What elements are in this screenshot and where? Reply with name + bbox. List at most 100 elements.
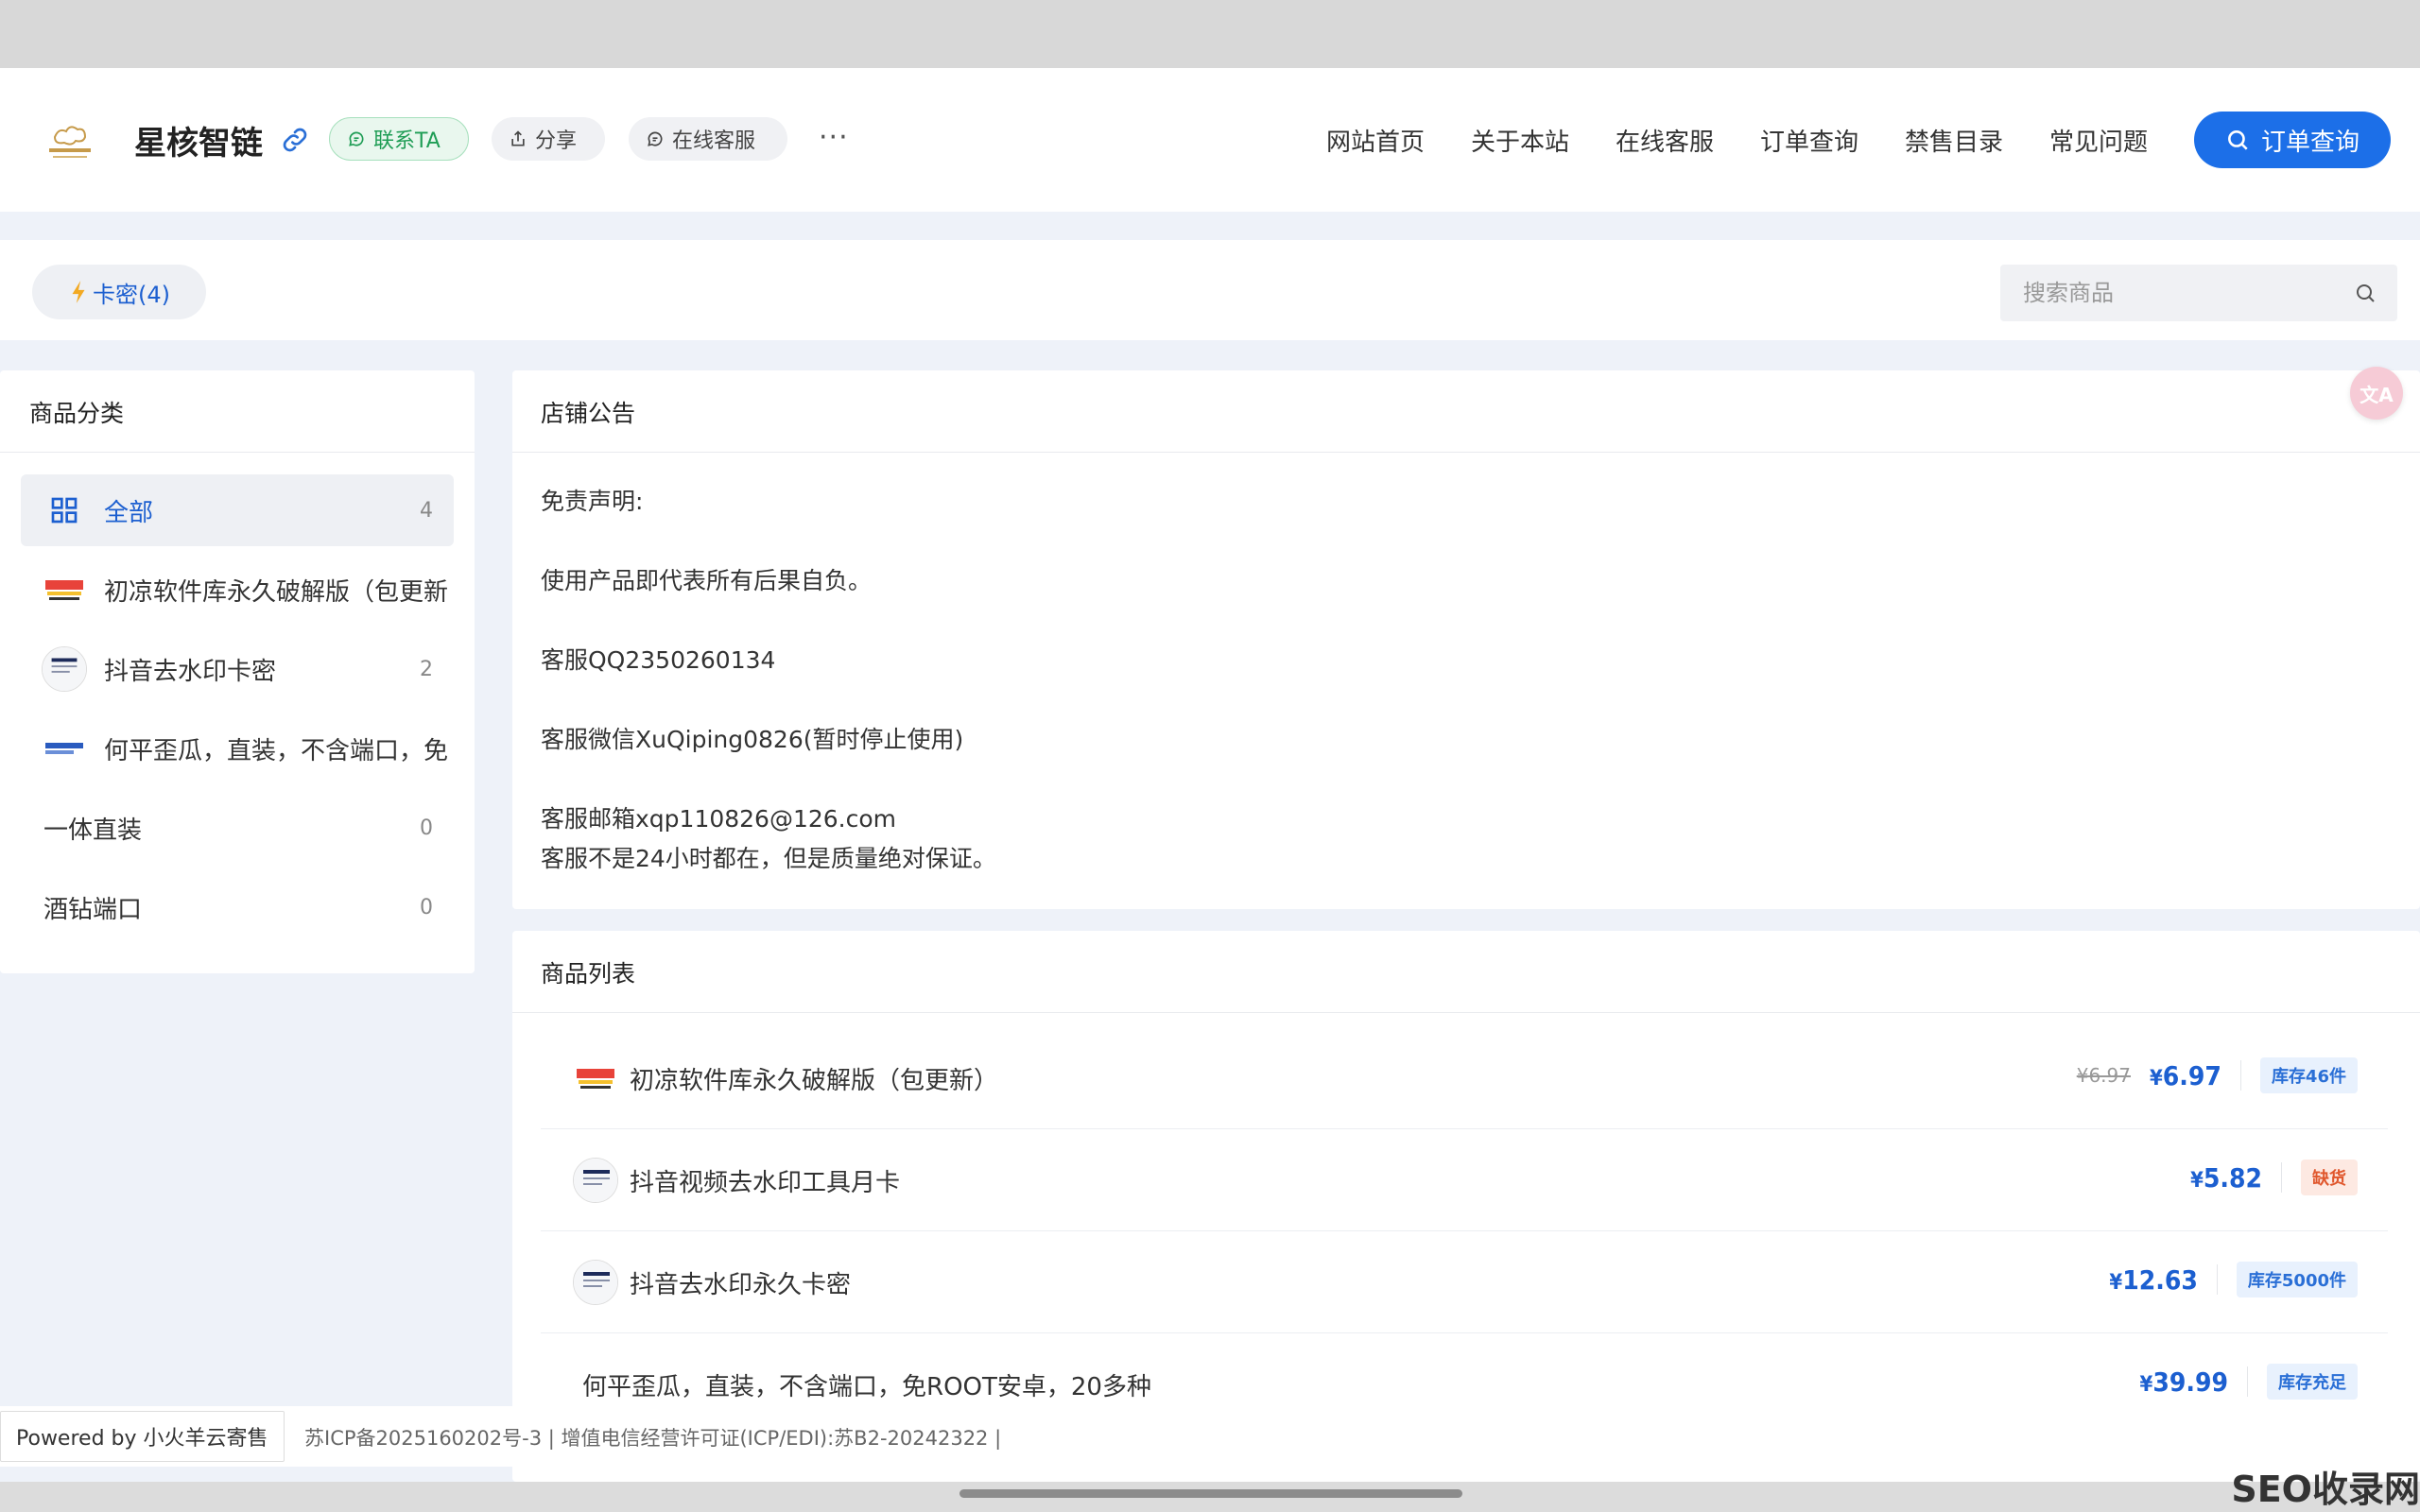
product-row[interactable]: 抖音视频去水印工具月卡 ¥5.82 缺货 bbox=[541, 1129, 2388, 1231]
share-button[interactable]: 分享 bbox=[492, 117, 605, 161]
sidebar-item-jiuzuan[interactable]: 酒钻端口 0 bbox=[21, 871, 454, 943]
nav-online-service[interactable]: 在线客服 bbox=[1616, 123, 1714, 158]
product-list: 商品列表 初凉软件库永久破解版（包更新） ¥6.97 ¥6.97 库存46件 抖… bbox=[512, 931, 2420, 1482]
product-name: 初凉软件库永久破解版（包更新） bbox=[630, 1067, 999, 1095]
product-row[interactable]: 初凉软件库永久破解版（包更新） ¥6.97 ¥6.97 库存46件 bbox=[541, 1027, 2388, 1129]
nav-home[interactable]: 网站首页 bbox=[1326, 123, 1425, 158]
product-name: 何平歪瓜，直装，不含端口，免ROOT安卓，20多种 bbox=[582, 1373, 1151, 1401]
divider bbox=[512, 452, 2420, 453]
grid-icon bbox=[42, 488, 87, 533]
divider bbox=[2281, 1162, 2282, 1193]
icp-record[interactable]: 苏ICP备2025160202号-3 | 增值电信经营许可证(ICP/EDI):… bbox=[304, 1423, 1001, 1452]
current-price: ¥39.99 bbox=[2140, 1366, 2228, 1398]
product-price-area: ¥6.97 ¥6.97 库存46件 bbox=[2077, 1057, 2358, 1093]
announcement-body: 免责声明: 使用产品即代表所有后果自负。 客服QQ2350260134 客服微信… bbox=[541, 482, 996, 879]
category-tag-kami[interactable]: 卡密(4) bbox=[32, 265, 206, 319]
divider bbox=[0, 452, 475, 453]
current-price: ¥5.82 bbox=[2190, 1162, 2262, 1194]
software-library-thumbnail bbox=[42, 567, 87, 612]
product-thumbnail bbox=[573, 1056, 618, 1101]
lightning-icon bbox=[72, 281, 85, 303]
link-icon[interactable] bbox=[280, 125, 310, 155]
translate-icon: 文A bbox=[2360, 383, 2394, 406]
shop-logo[interactable] bbox=[36, 105, 104, 173]
more-button[interactable]: ··· bbox=[819, 121, 849, 154]
product-price-area: ¥5.82 缺货 bbox=[2190, 1160, 2358, 1195]
product-price-area: ¥12.63 库存5000件 bbox=[2109, 1262, 2358, 1297]
status-bar-area bbox=[0, 0, 2420, 68]
chat-icon bbox=[349, 131, 364, 146]
heping-thumbnail bbox=[42, 726, 87, 771]
sidebar-item-count: 0 bbox=[420, 816, 433, 840]
shop-name: 星核智链 bbox=[134, 125, 263, 163]
stock-badge: 缺货 bbox=[2301, 1160, 2358, 1195]
nav-faq[interactable]: 常见问题 bbox=[2049, 123, 2148, 158]
nav-order-query[interactable]: 订单查询 bbox=[1760, 123, 1858, 158]
chat-icon bbox=[648, 131, 663, 146]
currency-symbol: ¥ bbox=[2150, 1066, 2163, 1091]
home-indicator[interactable] bbox=[959, 1489, 1462, 1498]
product-row[interactable]: 抖音去水印永久卡密 ¥12.63 库存5000件 bbox=[541, 1231, 2388, 1333]
search-input[interactable] bbox=[2000, 265, 2350, 321]
divider bbox=[512, 1012, 2420, 1013]
price-value: 5.82 bbox=[2203, 1161, 2262, 1194]
online-service-button[interactable]: 在线客服 bbox=[629, 117, 787, 161]
sidebar-item-douyin[interactable]: 抖音去水印卡密 2 bbox=[21, 633, 454, 705]
shop-announcement: 店铺公告 免责声明: 使用产品即代表所有后果自负。 客服QQ2350260134… bbox=[512, 370, 2420, 909]
divider bbox=[2247, 1366, 2248, 1397]
product-thumbnail bbox=[573, 1260, 618, 1305]
sidebar-item-label: 何平歪瓜，直装，不含端口，免 bbox=[104, 736, 449, 765]
page-footer: Powered by 小火羊云寄售 苏ICP备2025160202号-3 | 增… bbox=[0, 1406, 2420, 1467]
search-icon bbox=[2228, 130, 2248, 150]
sidebar-item-all[interactable]: 全部 4 bbox=[21, 474, 454, 546]
product-name: 抖音视频去水印工具月卡 bbox=[630, 1169, 901, 1197]
original-price: ¥6.97 bbox=[2076, 1064, 2131, 1087]
currency-symbol: ¥ bbox=[2139, 1372, 2153, 1397]
share-label: 分享 bbox=[535, 129, 578, 153]
product-price-area: ¥39.99 库存充足 bbox=[2140, 1364, 2358, 1400]
sidebar-item-label: 一体直装 bbox=[43, 816, 143, 845]
order-query-button[interactable]: 订单查询 bbox=[2194, 112, 2391, 168]
price-value: 6.97 bbox=[2162, 1059, 2221, 1091]
announcement-line: 客服邮箱xqp110826@126.com bbox=[541, 805, 897, 833]
currency-symbol: ¥ bbox=[2109, 1270, 2123, 1295]
sidebar-item-label: 全部 bbox=[104, 498, 154, 527]
sidebar-item-chuliang[interactable]: 初凉软件库永久破解版（包更新 bbox=[21, 554, 454, 626]
sidebar-item-label: 酒钻端口 bbox=[43, 895, 143, 924]
nav-about[interactable]: 关于本站 bbox=[1471, 123, 1569, 158]
sidebar-item-count: 4 bbox=[420, 498, 433, 523]
current-price: ¥12.63 bbox=[2109, 1264, 2197, 1296]
product-thumbnail bbox=[573, 1158, 618, 1203]
stock-badge: 库存46件 bbox=[2259, 1057, 2358, 1093]
order-query-label: 订单查询 bbox=[2260, 128, 2360, 157]
douyin-tool-thumbnail bbox=[42, 646, 87, 692]
stock-badge: 库存5000件 bbox=[2236, 1262, 2358, 1297]
nav-banned-list[interactable]: 禁售目录 bbox=[1905, 123, 2003, 158]
category-sidebar: 商品分类 全部 4 初凉软件库永久破解版（包更新 抖音去水印卡密 2 何平歪瓜，… bbox=[0, 370, 475, 973]
product-list-title: 商品列表 bbox=[541, 960, 636, 988]
share-icon bbox=[511, 130, 525, 146]
stock-badge: 库存充足 bbox=[2267, 1364, 2358, 1400]
watermark: SEO收录网 bbox=[2231, 1469, 2420, 1510]
announcement-title: 店铺公告 bbox=[541, 400, 636, 427]
online-service-label: 在线客服 bbox=[672, 129, 756, 153]
search-icon[interactable] bbox=[2354, 282, 2377, 304]
product-name: 抖音去水印永久卡密 bbox=[630, 1271, 852, 1299]
translate-button[interactable]: 文A bbox=[2350, 367, 2403, 420]
sidebar-title: 商品分类 bbox=[29, 400, 125, 427]
currency-symbol: ¥ bbox=[2190, 1168, 2204, 1193]
contact-label: 联系TA bbox=[373, 129, 441, 153]
filter-bar: 卡密(4) bbox=[0, 240, 2420, 340]
current-price: ¥6.97 bbox=[2150, 1060, 2221, 1091]
contact-button[interactable]: 联系TA bbox=[329, 117, 469, 161]
sidebar-item-count: 0 bbox=[420, 895, 433, 919]
sidebar-item-count: 2 bbox=[420, 657, 433, 681]
sidebar-item-yiti[interactable]: 一体直装 0 bbox=[21, 792, 454, 864]
powered-by-link[interactable]: Powered by 小火羊云寄售 bbox=[0, 1411, 285, 1462]
announcement-line: 客服不是24小时都在，但是质量绝对保证。 bbox=[541, 845, 996, 872]
sidebar-item-label: 抖音去水印卡密 bbox=[104, 657, 277, 686]
sidebar-item-heping[interactable]: 何平歪瓜，直装，不含端口，免 bbox=[21, 713, 454, 784]
price-value: 12.63 bbox=[2122, 1263, 2198, 1296]
price-value: 39.99 bbox=[2152, 1366, 2228, 1398]
divider bbox=[2216, 1264, 2218, 1295]
